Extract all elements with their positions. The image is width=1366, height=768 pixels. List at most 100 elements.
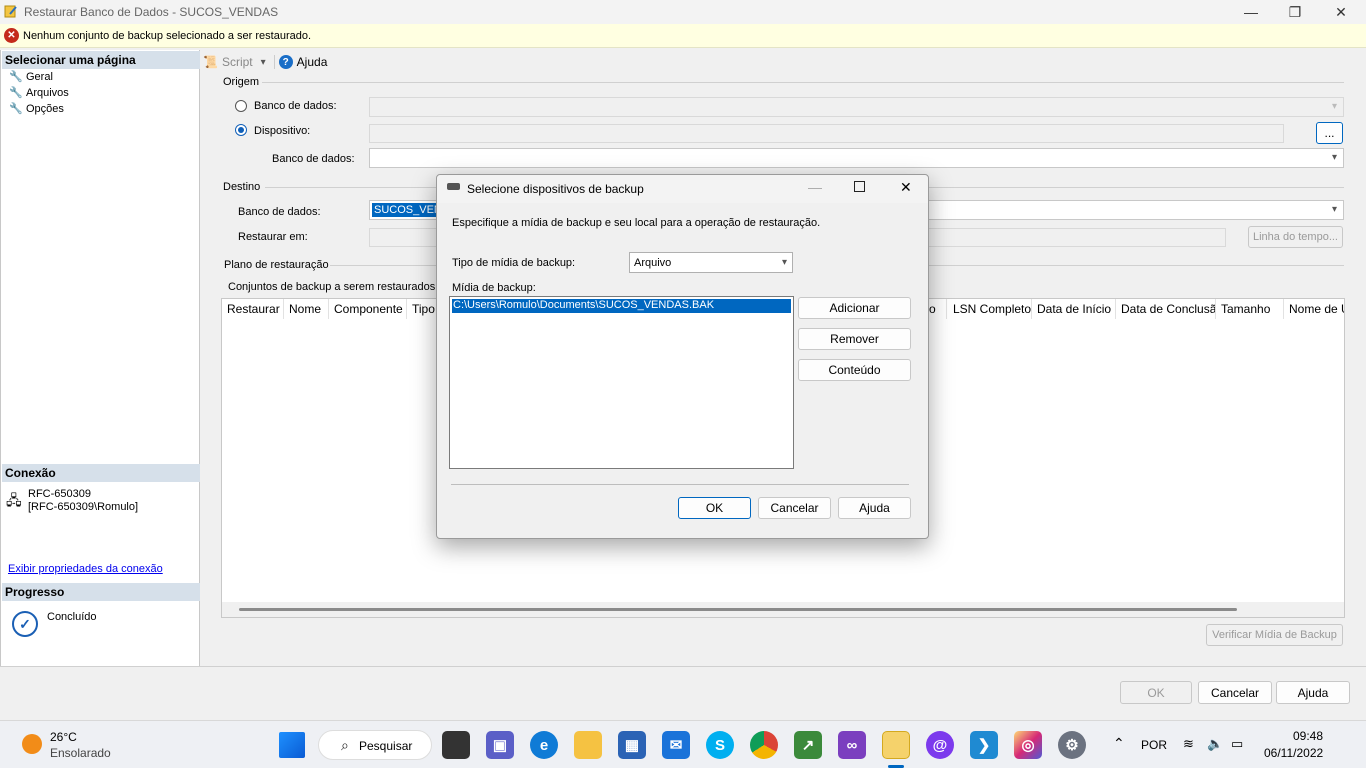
remove-media-button[interactable]: Remover bbox=[798, 328, 911, 350]
store-icon[interactable]: ▦ bbox=[618, 731, 646, 759]
close-button[interactable]: ✕ bbox=[1318, 0, 1364, 24]
dialog-ok-button[interactable]: OK bbox=[678, 497, 751, 519]
connection-icon: 🖧 bbox=[6, 492, 22, 508]
chrome-icon[interactable] bbox=[750, 731, 778, 759]
window-title: Restaurar Banco de Dados - SUCOS_VENDAS bbox=[24, 5, 279, 19]
list-item[interactable]: C:\Users\Romulo\Documents\SUCOS_VENDAS.B… bbox=[452, 299, 791, 313]
chevron-down-icon: ▾ bbox=[781, 257, 787, 268]
column-header[interactable]: Data de Conclusão bbox=[1116, 299, 1216, 319]
script-button[interactable]: Script bbox=[222, 55, 253, 69]
taskbar-search[interactable]: ⌕ Pesquisar bbox=[318, 730, 432, 760]
origin-database-select[interactable]: ▾ bbox=[369, 97, 1344, 117]
cancel-button[interactable]: Cancelar bbox=[1198, 681, 1272, 704]
wifi-icon[interactable]: ≋ bbox=[1183, 736, 1194, 752]
page-item-general[interactable]: 🔧 Geral bbox=[9, 70, 53, 84]
media-type-value: Arquivo bbox=[634, 257, 672, 269]
media-type-dropdown[interactable]: Arquivo ▾ bbox=[629, 252, 793, 273]
view-connection-properties-link[interactable]: Exibir propriedades da conexão bbox=[8, 563, 163, 575]
column-header[interactable]: Data de Início bbox=[1032, 299, 1116, 319]
chevron-down-icon[interactable]: ▾ bbox=[261, 57, 266, 68]
dialog-maximize-button[interactable] bbox=[854, 181, 865, 192]
project-chart-icon[interactable]: ↗ bbox=[794, 731, 822, 759]
title-bar: Restaurar Banco de Dados - SUCOS_VENDAS … bbox=[0, 0, 1366, 24]
page-item-files[interactable]: 🔧 Arquivos bbox=[9, 86, 69, 100]
backup-media-list[interactable]: C:\Users\Romulo\Documents\SUCOS_VENDAS.B… bbox=[449, 296, 794, 469]
visual-studio-icon[interactable]: ∞ bbox=[838, 731, 866, 759]
chevron-down-icon: ▾ bbox=[1331, 152, 1337, 163]
weather-sun-icon[interactable] bbox=[22, 734, 42, 754]
taskbar: 26°C Ensolarado ⌕ Pesquisar ▣ e ▦ ✉ S ↗ … bbox=[0, 720, 1366, 768]
show-hidden-icons-chevron-up-icon[interactable]: ⌃ bbox=[1113, 735, 1125, 752]
task-view-icon[interactable] bbox=[442, 731, 470, 759]
input-language[interactable]: POR bbox=[1141, 738, 1167, 752]
dialog-divider bbox=[451, 484, 909, 485]
column-header[interactable]: Componente bbox=[329, 299, 407, 319]
ssms-icon[interactable] bbox=[882, 731, 910, 759]
column-header[interactable]: Nome de U bbox=[1284, 299, 1344, 319]
destination-group-label: Destino bbox=[223, 181, 261, 193]
backup-media-label: Mídia de backup: bbox=[452, 282, 536, 294]
skype-icon[interactable]: S bbox=[706, 731, 734, 759]
maximize-button[interactable]: ❐ bbox=[1272, 0, 1318, 24]
dialog-cancel-button[interactable]: Cancelar bbox=[758, 497, 831, 519]
page-item-label: Opções bbox=[26, 102, 64, 115]
select-backup-devices-dialog: Selecione dispositivos de backup — ✕ Esp… bbox=[436, 174, 929, 539]
wrench-icon: 🔧 bbox=[9, 87, 23, 99]
error-bar: ✕ Nenhum conjunto de backup selecionado … bbox=[0, 24, 1366, 48]
dialog-title: Selecione dispositivos de backup bbox=[467, 182, 644, 196]
dialog-help-button[interactable]: Ajuda bbox=[838, 497, 911, 519]
vscode-icon[interactable]: ❯ bbox=[970, 731, 998, 759]
column-header[interactable]: Tamanho bbox=[1216, 299, 1284, 319]
column-header[interactable]: o bbox=[927, 299, 947, 319]
chevron-down-icon: ▾ bbox=[1331, 204, 1337, 215]
column-header[interactable]: Nome bbox=[284, 299, 329, 319]
add-media-button[interactable]: Adicionar bbox=[798, 297, 911, 319]
horizontal-scrollbar[interactable] bbox=[222, 602, 1344, 617]
ok-button[interactable]: OK bbox=[1120, 681, 1192, 704]
timeline-button[interactable]: Linha do tempo... bbox=[1248, 226, 1343, 248]
start-windows-icon[interactable] bbox=[279, 732, 305, 758]
page-item-label: Arquivos bbox=[26, 86, 69, 99]
help-footer-button[interactable]: Ajuda bbox=[1276, 681, 1350, 704]
connection-header: Conexão bbox=[2, 464, 200, 482]
help-icon: ? bbox=[278, 55, 293, 69]
help-button[interactable]: Ajuda bbox=[297, 55, 328, 69]
database-radio-label: Banco de dados: bbox=[254, 100, 337, 112]
browse-device-button[interactable]: ... bbox=[1316, 122, 1343, 144]
teams-chat-icon[interactable]: ▣ bbox=[486, 731, 514, 759]
wrench-icon: 🔧 bbox=[9, 103, 23, 115]
scrollbar-thumb[interactable] bbox=[239, 608, 1237, 611]
restore-plan-group-label: Plano de restauração bbox=[224, 259, 329, 271]
page-item-options[interactable]: 🔧 Opções bbox=[9, 102, 64, 116]
weather-description[interactable]: Ensolarado bbox=[50, 746, 111, 760]
database-radio[interactable] bbox=[235, 100, 247, 112]
mail-icon[interactable]: ✉ bbox=[662, 731, 690, 759]
column-header[interactable]: LSN Completo bbox=[948, 299, 1032, 319]
wrench-icon: 🔧 bbox=[9, 71, 23, 83]
clock-time[interactable]: 09:48 bbox=[1293, 729, 1323, 743]
verify-media-button[interactable]: Verificar Mídia de Backup bbox=[1206, 624, 1343, 646]
left-pane: Selecionar uma página 🔧 Geral 🔧 Arquivos… bbox=[0, 50, 200, 666]
instagram-icon[interactable]: ◎ bbox=[1014, 731, 1042, 759]
battery-icon[interactable]: ▭ bbox=[1231, 736, 1243, 752]
edge-browser-icon[interactable]: e bbox=[530, 731, 558, 759]
file-explorer-icon[interactable] bbox=[574, 731, 602, 759]
weather-temperature[interactable]: 26°C bbox=[50, 730, 77, 744]
volume-icon[interactable]: 🔈 bbox=[1207, 736, 1223, 752]
column-header[interactable]: Restaurar bbox=[222, 299, 284, 319]
origin-database-dropdown[interactable]: ▾ bbox=[369, 148, 1344, 168]
dialog-close-button[interactable]: ✕ bbox=[900, 179, 912, 196]
settings-gear-icon[interactable]: ⚙ bbox=[1058, 731, 1086, 759]
azure-data-studio-icon[interactable]: @ bbox=[926, 731, 954, 759]
device-radio-label: Dispositivo: bbox=[254, 125, 311, 137]
restore-to-label: Restaurar em: bbox=[238, 231, 308, 243]
device-radio[interactable] bbox=[235, 124, 247, 136]
error-icon: ✕ bbox=[4, 28, 19, 43]
minimize-button[interactable]: — bbox=[1228, 0, 1274, 24]
backup-sets-label: Conjuntos de backup a serem restaurados: bbox=[228, 281, 439, 293]
page-item-label: Geral bbox=[26, 70, 53, 83]
device-field[interactable] bbox=[369, 124, 1284, 143]
clock-date[interactable]: 06/11/2022 bbox=[1264, 746, 1323, 760]
contents-button[interactable]: Conteúdo bbox=[798, 359, 911, 381]
dialog-minimize-button[interactable]: — bbox=[808, 179, 822, 195]
